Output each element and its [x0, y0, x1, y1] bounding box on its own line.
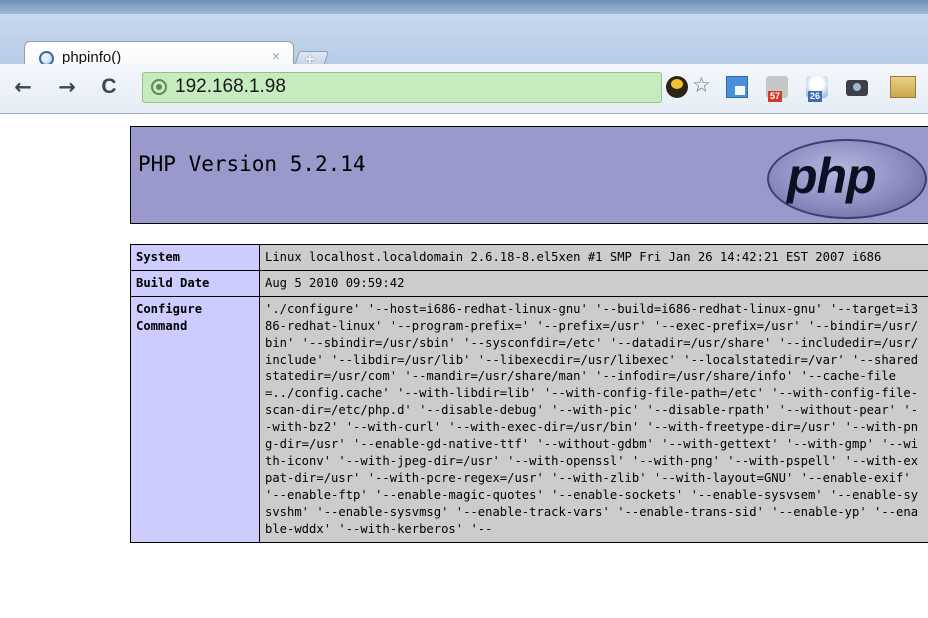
php-header: PHP Version 5.2.14 php — [130, 126, 928, 224]
row-value: Aug 5 2010 09:59:42 — [259, 269, 928, 297]
table-row: Build Date Aug 5 2010 09:59:42 — [130, 269, 928, 297]
extension-icon[interactable] — [890, 76, 916, 98]
row-key: Configure Command — [130, 295, 260, 543]
mail-notifier-icon[interactable]: 57 — [766, 76, 788, 102]
php-logo[interactable]: php — [767, 139, 927, 219]
weather-badge: 26 — [808, 91, 823, 102]
page-title: PHP Version 5.2.14 — [138, 152, 366, 176]
screenshot-camera-icon[interactable] — [846, 80, 868, 96]
table-row: System Linux localhost.localdomain 2.6.1… — [130, 244, 928, 271]
translate-icon[interactable] — [726, 76, 748, 98]
tab-strip: phpinfo() × + — [0, 14, 928, 78]
reload-button[interactable]: C — [96, 74, 122, 100]
weather-icon[interactable]: 26 — [806, 76, 828, 102]
row-key: System — [130, 244, 260, 271]
mail-badge: 57 — [768, 91, 783, 102]
globe-icon — [151, 79, 167, 95]
php-logo-text: php — [787, 148, 877, 204]
browser-toolbar: ← → C 192.168.1.98 ☆ 57 26 — [0, 64, 928, 114]
row-value: './configure' '--host=i686-redhat-linux-… — [259, 295, 928, 543]
back-button[interactable]: ← — [10, 74, 36, 100]
tab-close-icon[interactable]: × — [272, 48, 280, 64]
row-value: Linux localhost.localdomain 2.6.18-8.el5… — [259, 244, 928, 271]
table-row: Configure Command './configure' '--host=… — [130, 295, 928, 543]
address-url[interactable]: 192.168.1.98 — [175, 76, 286, 98]
bookmark-star-icon[interactable]: ☆ — [692, 73, 711, 97]
info-table: System Linux localhost.localdomain 2.6.1… — [130, 244, 928, 543]
forward-button[interactable]: → — [54, 74, 80, 100]
page-content: PHP Version 5.2.14 php System Linux loca… — [0, 114, 928, 618]
extension-face-icon[interactable] — [666, 76, 688, 98]
row-key: Build Date — [130, 269, 260, 297]
address-bar[interactable]: 192.168.1.98 — [142, 72, 662, 103]
window-frame — [0, 0, 928, 14]
